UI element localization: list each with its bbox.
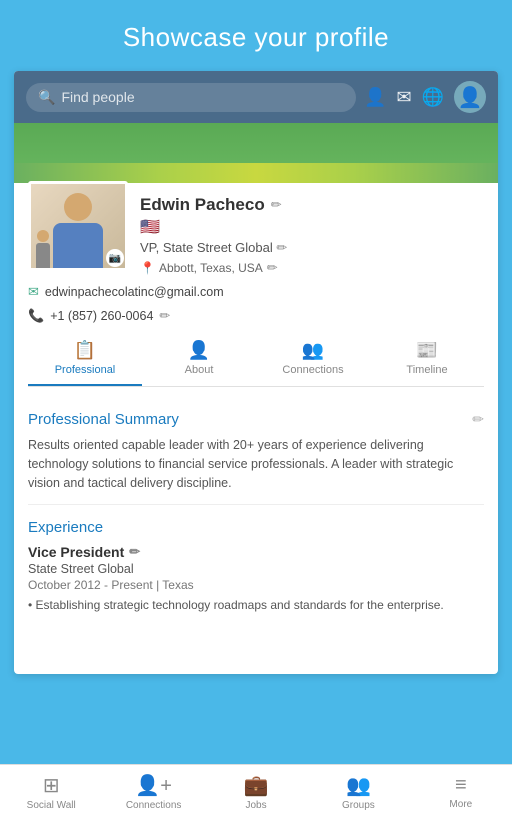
name-edit-icon[interactable]: ✏ [271,197,282,213]
profile-info: Edwin Pacheco ✏ 🇺🇸 VP, State Street Glob… [140,191,484,276]
search-actions: 👤 ✉ 🌐 👤 [364,81,486,113]
phone-edit-icon[interactable]: ✏ [159,308,170,324]
nav-jobs-icon: 💼 [244,773,269,798]
social-wall-icon: ⊞ [43,773,60,798]
job-edit-icon[interactable]: ✏ [129,544,140,560]
camera-icon[interactable]: 📷 [106,249,124,267]
cover-photo [14,123,498,183]
nav-jobs[interactable]: 💼 Jobs [205,765,307,819]
profile-photo-wrap: 📷 [28,181,128,271]
phone-text: +1 (857) 260-0064 [50,309,153,323]
tab-about[interactable]: 👤 About [142,332,256,386]
job-position: Vice President [28,544,124,560]
summary-text: Results oriented capable leader with 20+… [28,436,484,492]
job-bullet: • Establishing strategic technology road… [28,596,484,614]
nav-social-wall-label: Social Wall [27,800,76,811]
nav-social-wall[interactable]: ⊞ Social Wall [0,765,102,819]
country-flag: 🇺🇸 [140,217,484,237]
profile-title: VP, State Street Global ✏ [140,240,484,256]
email-text: edwinpachecolatinc@gmail.com [45,285,224,299]
page-header: Showcase your profile [0,0,512,71]
summary-title: Professional Summary [28,411,179,428]
location-row: 📍 Abbott, Texas, USA ✏ [140,260,484,276]
nav-connections-label: Connections [126,800,182,811]
bottom-nav: ⊞ Social Wall 👤+ Connections 💼 Jobs 👥 Gr… [0,764,512,819]
professional-tab-icon: 📋 [74,340,96,361]
profile-tabs: 📋 Professional 👤 About 👥 Connections 📰 T… [28,332,484,387]
location-edit-icon[interactable]: ✏ [267,260,278,276]
connections-tab-icon: 👥 [302,340,324,361]
globe-icon[interactable]: 🌐 [422,87,444,108]
timeline-tab-icon: 📰 [416,340,438,361]
tab-connections[interactable]: 👥 Connections [256,332,370,386]
phone-row: 📞 +1 (857) 260-0064 ✏ [28,308,484,324]
nav-groups-icon: 👥 [346,773,371,798]
tab-about-label: About [185,364,214,376]
nav-jobs-label: Jobs [245,800,266,811]
search-input[interactable] [61,89,344,105]
search-icon: 🔍 [38,89,55,106]
email-icon: ✉ [28,284,39,300]
tab-professional[interactable]: 📋 Professional [28,332,142,386]
nav-more-label: More [449,799,472,810]
nav-more-icon: ≡ [455,774,467,797]
search-input-wrap[interactable]: 🔍 [26,83,356,112]
search-bar: 🔍 👤 ✉ 🌐 👤 [14,71,498,123]
job-dates: October 2012 - Present | Texas [28,578,484,592]
tab-timeline-label: Timeline [406,364,447,376]
email-row: ✉ edwinpachecolatinc@gmail.com [28,284,484,300]
cover-decoration [14,123,498,183]
tab-timeline[interactable]: 📰 Timeline [370,332,484,386]
phone-icon: 📞 [28,308,44,324]
nav-connections-icon: 👤+ [135,773,172,798]
nav-connections[interactable]: 👤+ Connections [102,765,204,819]
location-text: Abbott, Texas, USA [159,261,263,275]
title-edit-icon[interactable]: ✏ [276,240,287,255]
tab-professional-label: Professional [55,364,116,376]
page-title: Showcase your profile [20,22,492,53]
summary-edit-icon[interactable]: ✏ [472,411,484,428]
people-icon[interactable]: 👤 [364,87,386,108]
nav-more[interactable]: ≡ More [410,765,512,819]
tab-connections-label: Connections [282,364,343,376]
profile-name: Edwin Pacheco [140,195,265,215]
nav-groups-label: Groups [342,800,375,811]
job-company: State Street Global [28,562,484,576]
profile-section: 📷 Edwin Pacheco ✏ 🇺🇸 VP, State Street Gl… [14,183,498,397]
profile-card: 🔍 👤 ✉ 🌐 👤 [14,71,498,674]
location-pin-icon: 📍 [140,261,155,275]
messages-icon[interactable]: ✉ [396,87,411,108]
about-tab-icon: 👤 [188,340,210,361]
experience-title: Experience [28,519,103,536]
experience-section: Experience Vice President ✏ State Street… [14,505,498,614]
nav-groups[interactable]: 👥 Groups [307,765,409,819]
professional-summary-section: Professional Summary ✏ Results oriented … [14,397,498,505]
user-avatar[interactable]: 👤 [454,81,486,113]
job-entry: Vice President ✏ State Street Global Oct… [28,544,484,614]
